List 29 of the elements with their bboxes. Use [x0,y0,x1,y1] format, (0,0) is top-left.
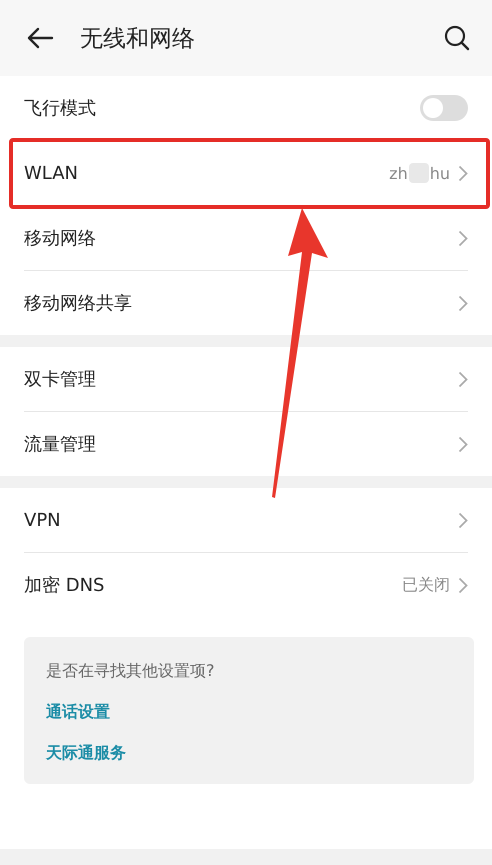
chevron-icon [458,576,468,594]
suggestion-question: 是否在寻找其他设置项? [46,661,214,682]
chevron-icon [458,436,468,452]
item-label: 飞行模式 [24,97,97,120]
back-icon[interactable] [26,27,54,49]
toggle-switch[interactable] [420,95,468,121]
page-title: 无线和网络 [80,24,196,54]
item-label: VPN [24,510,62,530]
item-label: 流量管理 [24,433,97,456]
item-label: WLAN [24,162,80,184]
item-value: hu [430,164,450,182]
item-label: 加密 DNS [24,574,106,597]
settings-item[interactable]: 加密 DNS 已关闭 [24,553,468,617]
item-value: zh [389,164,408,182]
settings-item[interactable]: 移动网络共享 [24,271,468,335]
settings-item[interactable]: 流量管理 [24,412,468,476]
item-label: 移动网络 [24,227,97,250]
chevron-icon [458,512,468,528]
settings-item[interactable]: 飞行模式 [24,76,468,141]
item-label: 双卡管理 [24,368,97,391]
settings-item[interactable]: VPN [24,488,468,553]
chevron-icon [458,164,468,182]
chevron-icon [458,230,468,246]
settings-item[interactable]: WLAN zh hu [24,141,468,206]
search-icon[interactable] [444,25,470,51]
item-label: 移动网络共享 [24,292,133,315]
chevron-icon [458,294,468,312]
item-value: 已关闭 [402,574,450,596]
chevron-icon [458,370,468,388]
